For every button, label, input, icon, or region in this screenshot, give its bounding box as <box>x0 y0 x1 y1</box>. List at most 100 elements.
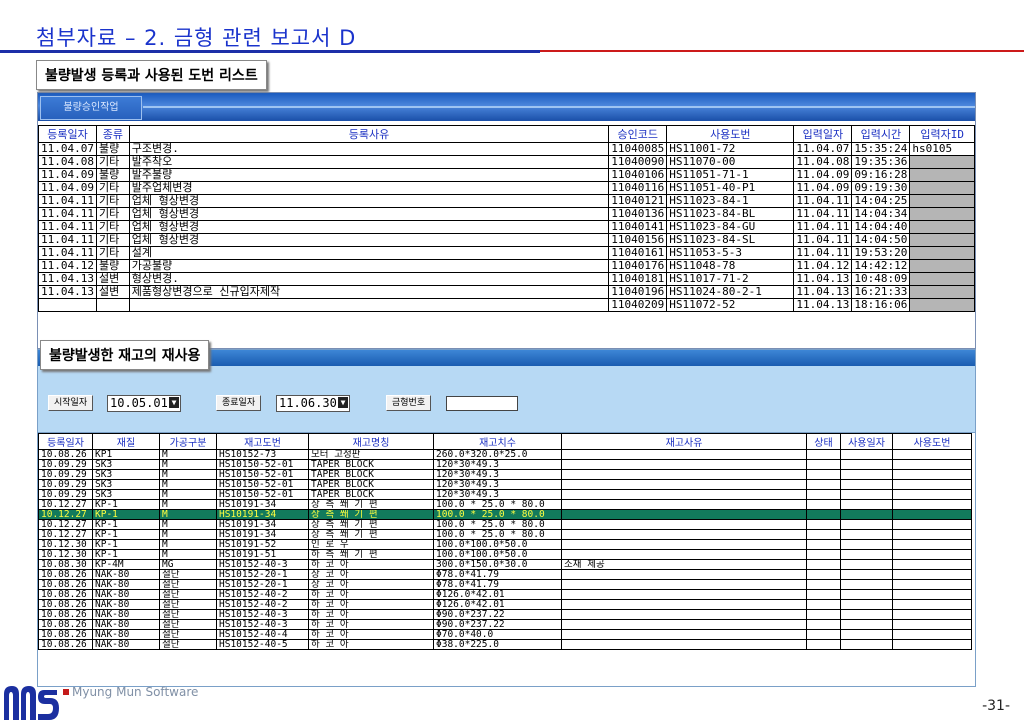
table-cell: 300.0*150.0*30.0 <box>433 559 562 570</box>
table-row[interactable]: 11.04.09 불량 발주불량 11040106 HS11051-71-1 11.04.… <box>38 168 975 182</box>
table-row[interactable]: 10.12.30 KP-1 M HS10191-51 하 측 쐐 기 편 100.0*10… <box>38 549 972 560</box>
table-row[interactable]: 11.04.13 설변 형상변경. 11040181 HS11017-71-2 11.04… <box>38 272 975 286</box>
end-date-select[interactable]: 11.06.30 ▼ <box>276 395 350 412</box>
start-date-select[interactable]: 10.05.01 ▼ <box>107 395 181 412</box>
table-row[interactable]: 10.12.27 KP-1 M HS10191-34 상 측 쐐 기 편 100.0 * … <box>38 509 972 520</box>
t2-col-header[interactable]: 상태 <box>806 433 841 450</box>
table-row[interactable]: 10.12.27 KP-1 M HS10191-34 상 측 쐐 기 편 100.0 * … <box>38 529 972 540</box>
table-row[interactable]: 10.08.26 NAK-80 절단 HS10152-40-2 하 코 아 Φ126.0*… <box>38 599 972 610</box>
t1-col-header[interactable]: 입력자ID <box>909 125 975 143</box>
table-cell <box>806 639 841 650</box>
table-cell: M <box>159 549 217 560</box>
table-row[interactable]: 11.04.12 불량 가공불량 11040176 HS11048-78 11.04.12… <box>38 259 975 273</box>
table-row[interactable]: 10.08.26 NAK-80 절단 HS10152-40-3 하 코 아 Φ90.0*2… <box>38 609 972 620</box>
table-row[interactable]: 10.12.27 KP-1 M HS10191-34 상 측 쐐 기 편 100.0 * … <box>38 499 972 510</box>
table-cell <box>806 549 841 560</box>
table-row[interactable]: 11.04.08 기타 발주착오 11040090 HS11070-00 11.04.08… <box>38 155 975 169</box>
table-row[interactable]: 10.08.26 NAK-80 절단 HS10152-20-1 상 코 아 Φ78.0*4… <box>38 569 972 580</box>
tab-defect-approval[interactable]: 불량승인작업 <box>40 96 142 120</box>
table-row[interactable]: 10.09.29 SK3 M HS10150-52-01 TAPER BLOCK 120*… <box>38 469 972 480</box>
table-cell: 절단 <box>159 639 217 650</box>
table-cell <box>840 589 893 600</box>
table-cell <box>806 459 841 470</box>
table-cell: KP-1 <box>92 549 160 560</box>
t2-col-header[interactable]: 재질 <box>92 433 160 450</box>
table-cell: 11.04.13 <box>793 272 853 286</box>
table-row[interactable]: 10.08.26 NAK-80 절단 HS10152-40-5 하 코 아 Φ38.0*2… <box>38 639 972 650</box>
t1-col-header[interactable]: 사용도번 <box>666 125 795 143</box>
table-cell: 11.04.11 <box>793 220 853 234</box>
filter-bar: 시작일자 10.05.01 ▼ 종료일자 11.06.30 ▼ 금형번호 <box>38 366 975 433</box>
table-row[interactable]: 10.08.26 NAK-80 절단 HS10152-40-2 하 코 아 Φ126.0*… <box>38 589 972 600</box>
table-cell <box>806 569 841 580</box>
table-cell: HS10191-34 <box>216 519 309 530</box>
chevron-down-icon[interactable]: ▼ <box>338 397 348 408</box>
table-cell: HS11051-71-1 <box>666 168 795 182</box>
t1-col-header[interactable]: 등록일자 <box>38 125 97 143</box>
table-row[interactable]: 10.12.30 KP-1 M HS10191-52 인 로 우 100.0*100.0*… <box>38 539 972 550</box>
table-cell: 14:04:25 <box>851 194 911 208</box>
table-row[interactable]: 10.08.30 KP-4M MG HS10152-40-3 하 코 아 300.0*15… <box>38 559 972 570</box>
t2-col-header[interactable]: 등록일자 <box>38 433 93 450</box>
mold-number-button[interactable]: 금형번호 <box>386 395 432 411</box>
table-cell: 제품형상변경으로 신규입자제작 <box>128 285 610 299</box>
table-cell <box>806 519 841 530</box>
table-cell: 11.04.09 <box>38 181 97 195</box>
table-row[interactable]: 10.08.26 KP1 M HS10152-73 모터 고정판 260.0*320.0*… <box>38 449 972 460</box>
t2-col-header[interactable]: 재고도번 <box>216 433 309 450</box>
chevron-down-icon[interactable]: ▼ <box>169 397 179 408</box>
table-cell <box>840 599 893 610</box>
t1-col-header[interactable]: 승인코드 <box>608 125 668 143</box>
table-row[interactable]: 10.12.27 KP-1 M HS10191-34 상 측 쐐 기 편 100.0 * … <box>38 519 972 530</box>
table-cell <box>840 529 893 540</box>
table-row[interactable]: 10.08.26 NAK-80 절단 HS10152-40-4 하 코 아 Φ70.0*4… <box>38 629 972 640</box>
table-cell: 업체 형상변경 <box>128 220 610 234</box>
table-cell: 상 코 아 <box>308 569 434 580</box>
table-row[interactable]: 11.04.11 기타 업체 형상변경 11040121 HS11023-84-1 11.… <box>38 194 975 208</box>
table-cell <box>909 259 975 273</box>
mold-number-input[interactable] <box>446 396 518 411</box>
table-row[interactable]: 11.04.07 불량 구조변경. 11040085 HS11001-72 11.04.0… <box>38 142 975 156</box>
table-cell: 10.12.30 <box>38 539 93 550</box>
table-row[interactable]: 10.09.29 SK3 M HS10150-52-01 TAPER BLOCK 120*… <box>38 459 972 470</box>
t1-col-header[interactable]: 종류 <box>95 125 130 143</box>
t1-col-header[interactable]: 등록사유 <box>128 125 610 143</box>
table-cell <box>892 639 972 650</box>
table-row[interactable]: 11.04.11 기타 업체 형상변경 11040141 HS11023-84-GU 11… <box>38 220 975 234</box>
t2-col-header[interactable]: 재고명칭 <box>308 433 434 450</box>
t2-col-header[interactable]: 가공구분 <box>159 433 217 450</box>
defect-approval-panel: 불량승인작업 등록일자 종류 등록사유 승인코드 사용도번 입력일자 입력시간 입력자ID 1… <box>37 92 976 349</box>
t2-col-header[interactable]: 사용일자 <box>840 433 893 450</box>
t2-col-header[interactable]: 사용도번 <box>892 433 972 450</box>
table-cell <box>128 298 610 312</box>
table-row[interactable]: 10.09.29 SK3 M HS10150-52-01 TAPER BLOCK 120*… <box>38 479 972 490</box>
table-row[interactable]: 11.04.09 기타 발주업체변경 11040116 HS11051-40-P1 11.… <box>38 181 975 195</box>
table-cell <box>561 539 807 550</box>
end-date-button[interactable]: 종료일자 <box>216 395 262 411</box>
table-cell: 10.12.27 <box>38 519 93 530</box>
table-cell <box>892 599 972 610</box>
table-cell: 설변 <box>95 285 130 299</box>
stock-table: 등록일자 재질 가공구분 재고도번 재고명칭 재고치수 재고사유 상태 사용일자 사용도번 10.… <box>38 433 972 650</box>
table-cell: Φ38.0*225.0 <box>433 639 562 650</box>
table-cell <box>840 559 893 570</box>
table-cell: 120*30*49.3 <box>433 459 562 470</box>
table-cell: HS10191-34 <box>216 499 309 510</box>
start-date-button[interactable]: 시작일자 <box>48 395 94 411</box>
t2-col-header[interactable]: 재고사유 <box>561 433 807 450</box>
table-row[interactable]: 10.08.26 NAK-80 절단 HS10152-40-3 하 코 아 Φ90.0*2… <box>38 619 972 630</box>
table-row[interactable]: 11.04.13 설변 제품형상변경으로 신규입자제작 11040196 HS11024… <box>38 285 975 299</box>
table-cell <box>892 449 972 460</box>
callout-stock-reuse: 불량발생한 재고의 재사용 <box>40 340 210 370</box>
table-row[interactable]: 10.08.26 NAK-80 절단 HS10152-20-1 상 코 아 Φ78.0*4… <box>38 579 972 590</box>
table-cell: HS10152-40-3 <box>216 619 309 630</box>
table-row[interactable]: 11.04.11 기타 설계 11040161 HS11053-5-3 11.04.11 1… <box>38 246 975 260</box>
t1-col-header[interactable]: 입력일자 <box>793 125 853 143</box>
table-row[interactable]: 11040209 HS11072-52 11.04.13 18:16:06 <box>38 298 975 312</box>
table-cell: 불량 <box>95 259 130 273</box>
table-row[interactable]: 11.04.11 기타 업체 형상변경 11040156 HS11023-84-SL 11… <box>38 233 975 247</box>
t2-col-header[interactable]: 재고치수 <box>433 433 562 450</box>
table-row[interactable]: 10.09.29 SK3 M HS10150-52-01 TAPER BLOCK 120*… <box>38 489 972 500</box>
t1-col-header[interactable]: 입력시간 <box>851 125 911 143</box>
table-row[interactable]: 11.04.11 기타 업체 형상변경 11040136 HS11023-84-BL 11… <box>38 207 975 221</box>
